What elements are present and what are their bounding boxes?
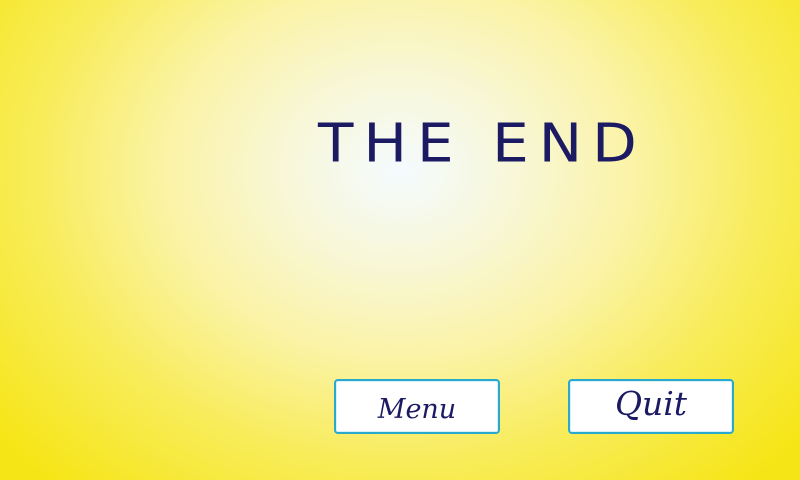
end-screen: THE END Menu Quit (0, 0, 800, 480)
menu-button-label: Menu (377, 394, 457, 425)
quit-button-label: Quit (614, 384, 688, 423)
the-end-title: THE END (318, 112, 647, 175)
quit-button[interactable]: Quit (568, 379, 734, 434)
menu-button[interactable]: Menu (334, 379, 500, 434)
